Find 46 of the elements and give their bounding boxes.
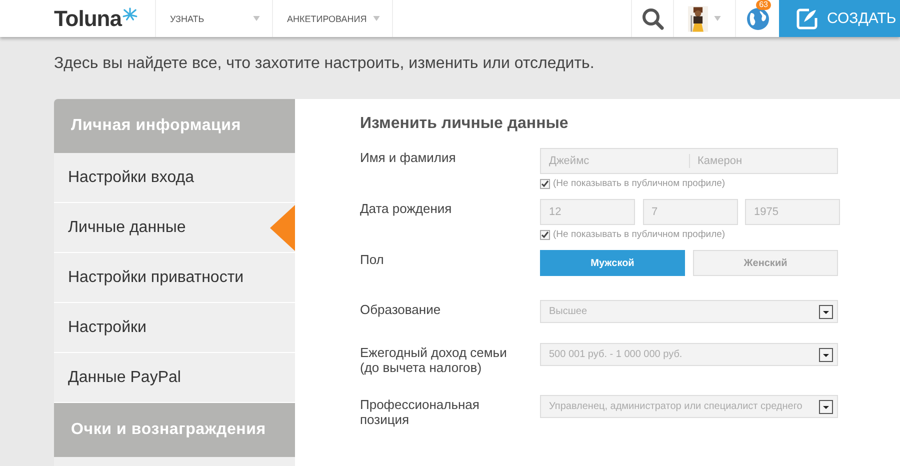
field-label: Пол (360, 251, 385, 269)
field-label: Дата рождения (360, 200, 453, 218)
checkbox-label: (Не показывать в публичном профиле) (553, 178, 726, 189)
input-field[interactable]: 7 (642, 199, 738, 225)
caret-icon (714, 16, 721, 21)
field-label: Образование (360, 301, 442, 319)
sidebar-item[interactable]: Настройки (54, 303, 295, 353)
profile-menu[interactable] (673, 0, 735, 37)
field-label: Ежегодный доход семьи (до вычета налогов) (360, 344, 508, 375)
name-field[interactable]: Джеймс Камерон (540, 148, 838, 174)
input-field[interactable]: 1975 (745, 199, 840, 225)
field-label: Имя и фамилия (360, 149, 457, 167)
field-label: Профессиональная позиция (360, 396, 480, 427)
sidebar-item[interactable]: Настройки входа (54, 153, 295, 203)
caret-icon (819, 348, 833, 362)
sidebar-item[interactable]: Настройки приватности (54, 253, 295, 303)
input-field[interactable]: 12 (540, 199, 635, 225)
caret-icon (372, 16, 380, 21)
edit-icon (795, 6, 819, 30)
logo[interactable]: Toluna (54, 0, 156, 37)
caret-icon (819, 304, 833, 318)
nav-menu[interactable]: АНКЕТИРОВАНИЯ (273, 0, 393, 37)
checkbox[interactable] (540, 178, 550, 188)
notification-badge: 63 (756, 0, 771, 10)
toggle-button[interactable]: Женский (693, 250, 838, 276)
nav-menu[interactable]: УЗНАТЬ (156, 0, 273, 37)
search-button[interactable] (631, 0, 673, 37)
dropdown[interactable]: Высшее (540, 300, 838, 323)
checkbox-label: (Не показывать в публичном профиле) (553, 229, 726, 240)
caret-icon (253, 16, 260, 21)
search-icon (640, 6, 664, 30)
form-title: Изменить личные данные (360, 115, 570, 133)
globe-icon (746, 6, 770, 30)
notifications-button[interactable]: 63 (735, 0, 779, 37)
splash-icon (122, 6, 138, 20)
dropdown[interactable]: 500 001 руб. - 1 000 000 руб. (540, 343, 838, 366)
dropdown[interactable]: Управленец, администратор или специалист среднего (540, 395, 838, 418)
sidebar-section-header[interactable]: Личная информация (54, 99, 295, 153)
sidebar-section-header[interactable]: Очки и вознаграждения (54, 403, 295, 457)
checkbox[interactable] (540, 230, 550, 240)
sidebar-item[interactable]: Личные данные (54, 203, 295, 253)
create-button[interactable]: СОЗДАТЬ (779, 0, 900, 37)
page-subtitle: Здесь вы найдете все, что захотите настроить, изменить или отследить. (54, 54, 596, 74)
toggle-button[interactable]: Мужской (540, 250, 685, 276)
caret-icon (819, 400, 833, 414)
pointer-icon (270, 205, 295, 251)
